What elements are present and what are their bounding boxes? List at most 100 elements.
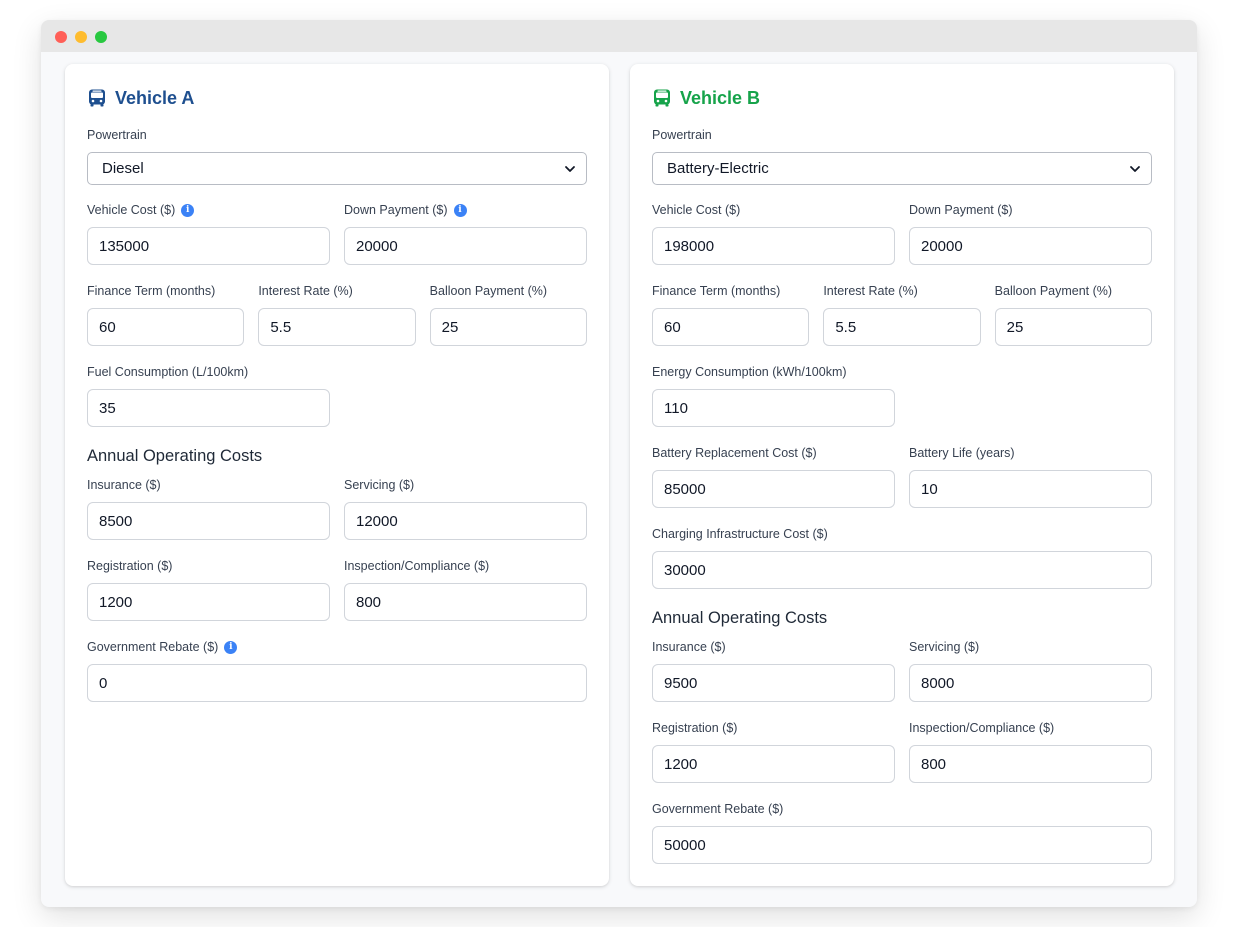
cost-row: Vehicle Cost ($) 198000 Down Payment ($)… (652, 202, 1152, 265)
consumption-row: Energy Consumption (kWh/100km) 110 (652, 364, 1152, 427)
registration-input[interactable]: 1200 (87, 583, 330, 621)
battery-replacement-cost-field: Battery Replacement Cost ($) 85000 (652, 445, 895, 508)
registration-input[interactable]: 1200 (652, 745, 895, 783)
down-payment-label-text: Down Payment ($) (344, 203, 448, 217)
battery-life-label: Battery Life (years) (909, 446, 1015, 460)
vehicle-cost-input[interactable]: 135000 (87, 227, 330, 265)
down-payment-input[interactable]: 20000 (909, 227, 1152, 265)
government-rebate-input[interactable]: 50000 (652, 826, 1152, 864)
government-rebate-field: Government Rebate ($) i 0 (87, 639, 587, 702)
interest-rate-input[interactable]: 5.5 (823, 308, 981, 346)
inspection-field: Inspection/Compliance ($) 800 (344, 558, 587, 621)
balloon-payment-input[interactable]: 25 (994, 308, 1152, 346)
energy-consumption-label: Energy Consumption (kWh/100km) (652, 365, 847, 379)
interest-rate-field: Interest Rate (%) 5.5 (258, 283, 416, 346)
minimize-window-button[interactable] (75, 31, 87, 43)
insurance-field: Insurance ($) 8500 (87, 477, 330, 540)
balloon-payment-label: Balloon Payment (%) (994, 284, 1113, 298)
insurance-servicing-row: Insurance ($) 9500 Servicing ($) 8000 (652, 639, 1152, 702)
insurance-label: Insurance ($) (87, 478, 161, 492)
powertrain-label: Powertrain (87, 128, 147, 142)
cost-row: Vehicle Cost ($) i 135000 Down Payment (… (87, 202, 587, 265)
government-rebate-label: Government Rebate ($) i (87, 639, 587, 655)
charging-row: Charging Infrastructure Cost ($) 30000 (652, 526, 1152, 589)
vehicle-cost-label: Vehicle Cost ($) (652, 203, 741, 217)
info-icon[interactable]: i (224, 640, 238, 654)
battery-life-field: Battery Life (years) 10 (909, 445, 1152, 508)
insurance-input[interactable]: 9500 (652, 664, 895, 702)
registration-field: Registration ($) 1200 (87, 558, 330, 621)
government-rebate-field: Government Rebate ($) 50000 (652, 801, 1152, 864)
vehicle-a-panel: Vehicle A Powertrain Diesel Vehicle Cost… (65, 64, 609, 886)
balloon-payment-field: Balloon Payment (%) 25 (994, 283, 1152, 346)
finance-row: Finance Term (months) 60 Interest Rate (… (87, 283, 587, 346)
inspection-input[interactable]: 800 (909, 745, 1152, 783)
vehicle-a-title: Vehicle A (87, 86, 587, 110)
powertrain-field: Powertrain Battery-Electric (652, 127, 1152, 185)
insurance-field: Insurance ($) 9500 (652, 639, 895, 702)
powertrain-select-value: Battery-Electric (667, 160, 769, 177)
app-window: Vehicle A Powertrain Diesel Vehicle Cost… (41, 20, 1197, 907)
interest-rate-input[interactable]: 5.5 (258, 308, 416, 346)
charging-infrastructure-input[interactable]: 30000 (652, 551, 1152, 589)
bus-icon (654, 89, 670, 107)
info-icon[interactable]: i (453, 203, 467, 217)
chevron-down-icon (1130, 165, 1140, 172)
down-payment-label: Down Payment ($) i (344, 202, 587, 218)
powertrain-field: Powertrain Diesel (87, 127, 587, 185)
down-payment-input[interactable]: 20000 (344, 227, 587, 265)
close-window-button[interactable] (55, 31, 67, 43)
inspection-label: Inspection/Compliance ($) (344, 559, 490, 573)
insurance-input[interactable]: 8500 (87, 502, 330, 540)
powertrain-select[interactable]: Diesel (87, 152, 587, 185)
charging-infrastructure-label: Charging Infrastructure Cost ($) (652, 527, 828, 541)
powertrain-select[interactable]: Battery-Electric (652, 152, 1152, 185)
registration-field: Registration ($) 1200 (652, 720, 895, 783)
balloon-payment-label: Balloon Payment (%) (429, 284, 548, 298)
finance-term-label: Finance Term (months) (87, 284, 216, 298)
fuel-consumption-label: Fuel Consumption (L/100km) (87, 365, 249, 379)
finance-term-field: Finance Term (months) 60 (87, 283, 245, 346)
charging-infrastructure-field: Charging Infrastructure Cost ($) 30000 (652, 526, 1152, 589)
servicing-field: Servicing ($) 12000 (344, 477, 587, 540)
battery-row: Battery Replacement Cost ($) 85000 Batte… (652, 445, 1152, 508)
battery-life-input[interactable]: 10 (909, 470, 1152, 508)
chevron-down-icon (565, 165, 575, 172)
insurance-label: Insurance ($) (652, 640, 726, 654)
vehicle-a-title-text: Vehicle A (115, 87, 195, 108)
government-rebate-label-text: Government Rebate ($) (87, 640, 219, 654)
servicing-input[interactable]: 12000 (344, 502, 587, 540)
government-rebate-label: Government Rebate ($) (652, 802, 784, 816)
battery-replacement-cost-input[interactable]: 85000 (652, 470, 895, 508)
insurance-servicing-row: Insurance ($) 8500 Servicing ($) 12000 (87, 477, 587, 540)
maximize-window-button[interactable] (95, 31, 107, 43)
powertrain-select-value: Diesel (102, 160, 144, 177)
inspection-input[interactable]: 800 (344, 583, 587, 621)
balloon-payment-input[interactable]: 25 (429, 308, 587, 346)
energy-consumption-field: Energy Consumption (kWh/100km) 110 (652, 364, 895, 427)
interest-rate-label: Interest Rate (%) (258, 284, 353, 298)
government-rebate-input[interactable]: 0 (87, 664, 587, 702)
registration-inspection-row: Registration ($) 1200 Inspection/Complia… (652, 720, 1152, 783)
vehicle-cost-input[interactable]: 198000 (652, 227, 895, 265)
window-titlebar (41, 20, 1197, 52)
vehicle-b-title-text: Vehicle B (680, 87, 761, 108)
fuel-consumption-field: Fuel Consumption (L/100km) 35 (87, 364, 330, 427)
fuel-consumption-input[interactable]: 35 (87, 389, 330, 427)
vehicle-cost-field: Vehicle Cost ($) i 135000 (87, 202, 330, 265)
servicing-input[interactable]: 8000 (909, 664, 1152, 702)
energy-consumption-input[interactable]: 110 (652, 389, 895, 427)
inspection-field: Inspection/Compliance ($) 800 (909, 720, 1152, 783)
balloon-payment-field: Balloon Payment (%) 25 (429, 283, 587, 346)
finance-term-input[interactable]: 60 (87, 308, 245, 346)
inspection-label: Inspection/Compliance ($) (909, 721, 1055, 735)
info-icon[interactable]: i (181, 203, 195, 217)
interest-rate-label: Interest Rate (%) (823, 284, 918, 298)
finance-term-field: Finance Term (months) 60 (652, 283, 810, 346)
battery-replacement-cost-label: Battery Replacement Cost ($) (652, 446, 817, 460)
powertrain-label: Powertrain (652, 128, 712, 142)
servicing-label: Servicing ($) (344, 478, 415, 492)
vehicle-cost-field: Vehicle Cost ($) 198000 (652, 202, 895, 265)
finance-term-input[interactable]: 60 (652, 308, 810, 346)
annual-costs-heading: Annual Operating Costs (87, 447, 263, 465)
